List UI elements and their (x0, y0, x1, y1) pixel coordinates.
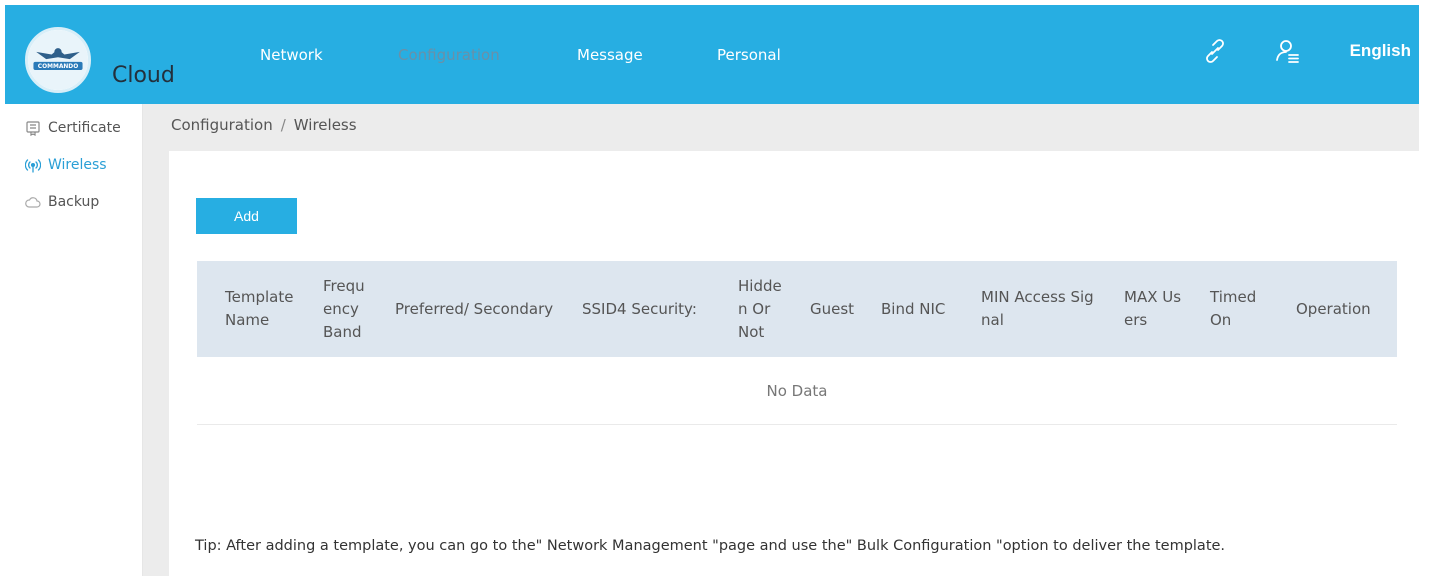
link-icon[interactable] (1202, 38, 1228, 64)
sidebar-item-label: Wireless (48, 157, 107, 173)
sidebar-item-certificate[interactable]: Certificate (25, 117, 121, 139)
column-header-guest: Guest (810, 299, 855, 318)
breadcrumb-separator: / (280, 116, 286, 134)
sidebar-item-label: Certificate (48, 120, 121, 136)
nav-message[interactable]: Message (577, 46, 643, 64)
sidebar: Certificate Wireless Backup (5, 104, 143, 576)
column-header-hidden: Hidde n Or Not (738, 276, 782, 341)
breadcrumb-parent[interactable]: Configuration (171, 116, 273, 134)
nav-configuration[interactable]: Configuration (398, 46, 500, 64)
top-header: COMMANDO Cloud Network Configuration Mes… (5, 5, 1419, 104)
page: COMMANDO Cloud Network Configuration Mes… (0, 0, 1429, 576)
nav-personal[interactable]: Personal (717, 46, 781, 64)
sidebar-item-label: Backup (48, 194, 100, 210)
logo: COMMANDO (25, 27, 91, 93)
wireless-icon (25, 157, 41, 173)
column-header-min-access-signal: MIN Access Sig nal (981, 288, 1094, 329)
column-header-preferred-secondary: Preferred/ Secondary (395, 299, 554, 318)
column-header-max-users: MAX Us ers (1124, 288, 1182, 329)
logo-badge: COMMANDO (38, 64, 78, 70)
sidebar-item-backup[interactable]: Backup (25, 191, 99, 213)
column-header-ssid4-security: SSID4 Security: (582, 299, 697, 318)
main-content: Configuration / Wireless Add Template Name … (143, 104, 1419, 576)
logo-emblem: COMMANDO (28, 30, 88, 90)
templates-table: Template Name Frequ ency Band Preferred/ Se… (197, 261, 1397, 425)
cloud-icon (25, 194, 41, 210)
column-header-frequency-band: Frequ ency Band (323, 276, 365, 341)
table-header: Template Name Frequ ency Band Preferred/ Se… (197, 261, 1397, 357)
column-header-template-name: Template Name (225, 288, 294, 329)
table-body: No Data (197, 357, 1397, 425)
logo-text: Cloud (112, 63, 175, 88)
tip-text: Tip: After adding a template, you can go… (195, 538, 1226, 554)
breadcrumb-current: Wireless (293, 116, 357, 134)
empty-state: No Data (766, 382, 828, 400)
column-header-operation: Operation (1296, 299, 1371, 318)
user-list-icon[interactable] (1275, 38, 1301, 64)
nav-network[interactable]: Network (260, 46, 323, 64)
sidebar-item-wireless[interactable]: Wireless (25, 154, 107, 176)
add-button[interactable]: Add (196, 198, 297, 234)
language-selector[interactable]: English (1350, 41, 1411, 61)
column-header-timed-on: Timed On (1210, 288, 1257, 329)
certificate-icon (25, 120, 41, 136)
breadcrumb: Configuration / Wireless (171, 116, 357, 134)
content-panel: Add Template Name Frequ ency Band Preferred… (169, 151, 1419, 576)
column-header-bind-nic: Bind NIC (881, 299, 946, 318)
